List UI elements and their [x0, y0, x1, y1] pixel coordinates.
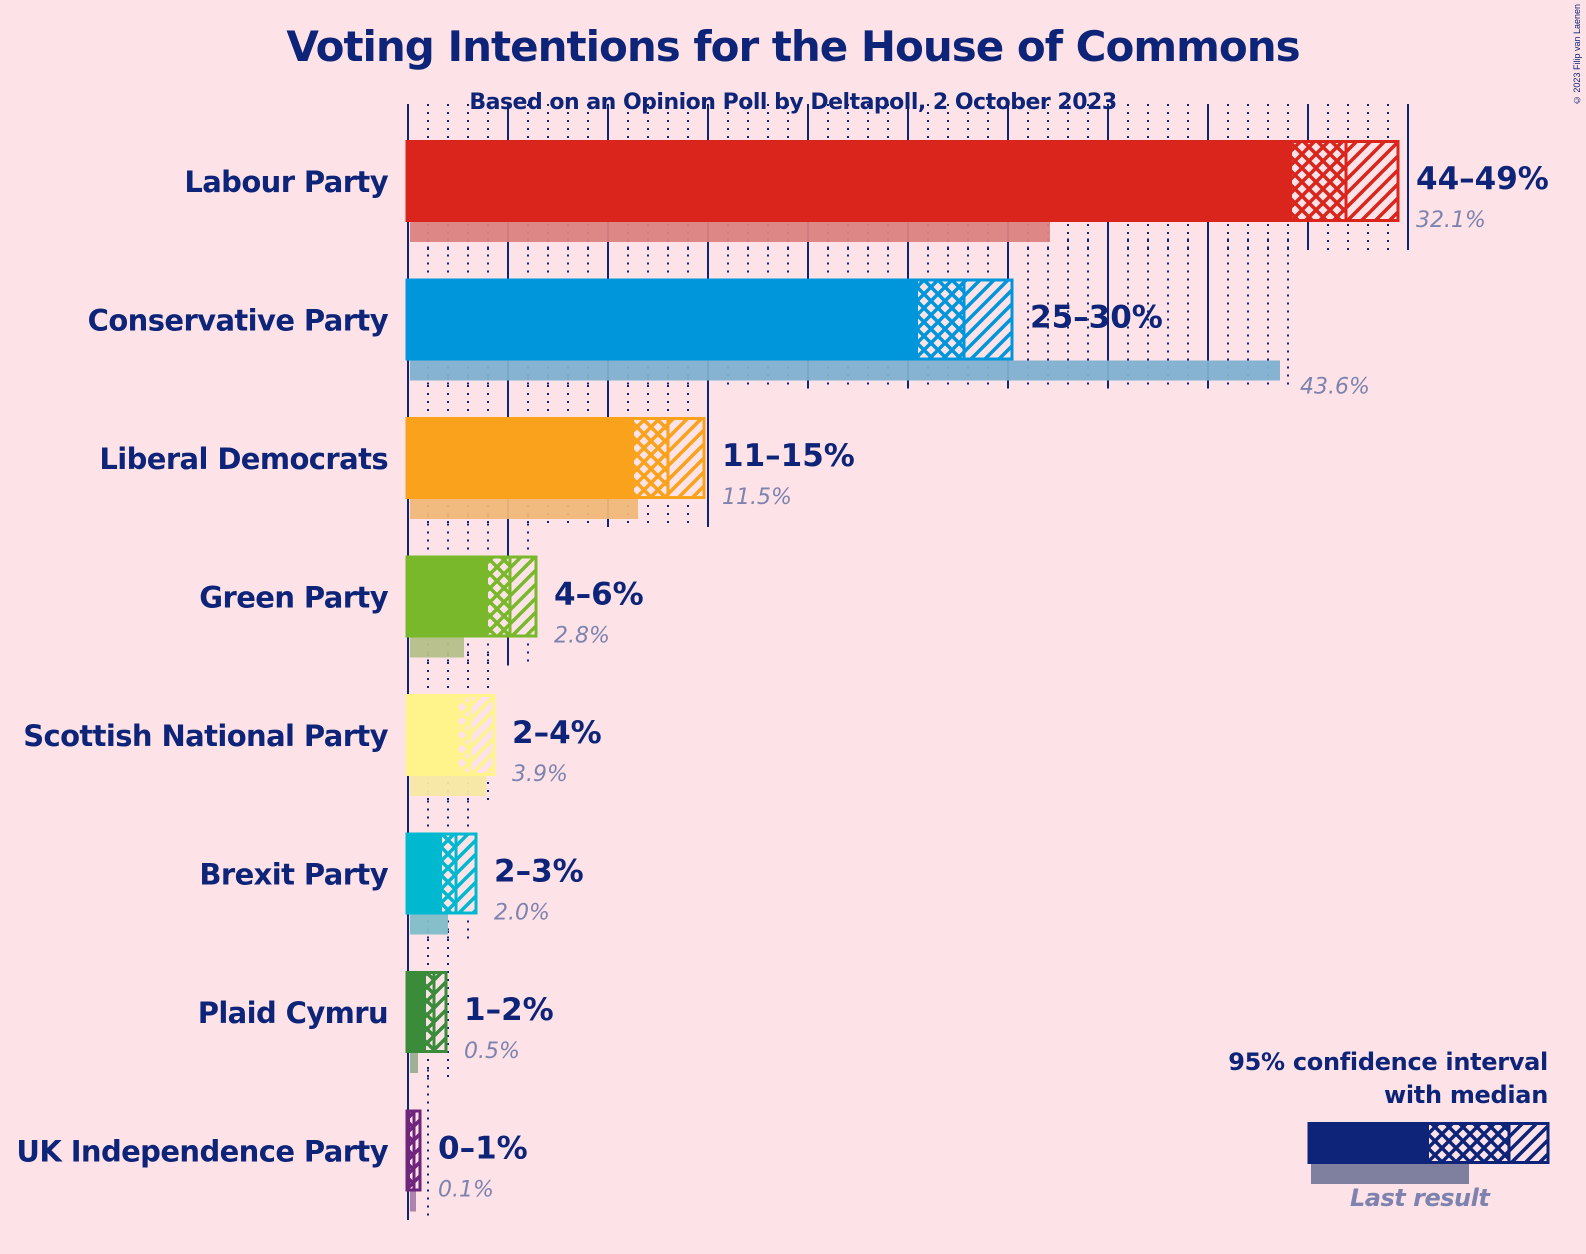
range-label: 1–2%	[464, 992, 554, 1028]
ci-bar-solid	[407, 140, 1292, 222]
ci-bar-solid	[407, 971, 426, 1053]
party-label: Green Party	[199, 581, 388, 615]
party-label: Labour Party	[184, 165, 388, 199]
ci-bar-lower-hatch	[488, 558, 510, 635]
ci-bar-solid	[407, 278, 918, 361]
party-label: Scottish National Party	[23, 719, 388, 753]
party-label: Liberal Democrats	[99, 442, 388, 476]
ci-bar-upper-hatch	[964, 281, 1012, 358]
legend-solid-swatch	[1309, 1122, 1429, 1164]
party-label: Conservative Party	[88, 304, 389, 338]
ci-bar-solid	[407, 417, 634, 499]
last-result-label: 11.5%	[722, 485, 792, 510]
party-row: UK Independence Party 0–1% 0.1%	[16, 1109, 528, 1212]
party-row: Brexit Party 2–3% 2.0%	[199, 832, 584, 935]
range-label: 0–1%	[438, 1131, 528, 1167]
legend-crosshatch-swatch	[1429, 1125, 1509, 1161]
last-result-label: 32.1%	[1416, 208, 1486, 233]
range-label: 4–6%	[554, 577, 644, 613]
ci-bar-upper-hatch	[1346, 143, 1398, 219]
last-result-label: 43.6%	[1300, 375, 1370, 400]
range-label: 25–30%	[1030, 300, 1163, 336]
range-label: 2–3%	[494, 854, 584, 890]
ci-bar-upper-hatch	[456, 835, 476, 912]
party-label: Plaid Cymru	[198, 996, 388, 1030]
last-result-bar	[410, 637, 464, 658]
legend-title: 95% confidence interval with median	[1228, 1046, 1548, 1112]
ci-bar-upper-hatch	[510, 558, 536, 635]
last-result-bar	[410, 914, 448, 935]
last-result-label: 2.0%	[494, 901, 550, 926]
legend-diagonal-swatch	[1509, 1125, 1547, 1161]
party-row: Conservative Party 25–30% 43.6%	[88, 278, 1370, 400]
range-label: 2–4%	[512, 715, 602, 751]
ci-bar-lower-hatch	[634, 420, 668, 496]
last-result-bar	[410, 360, 1280, 381]
legend-title-line2: with median	[1384, 1081, 1548, 1109]
last-result-bar	[410, 1191, 416, 1212]
legend-title-line1: 95% confidence interval	[1228, 1048, 1548, 1076]
party-label: Brexit Party	[199, 858, 388, 892]
party-label: UK Independence Party	[16, 1135, 388, 1169]
range-label: 44–49%	[1416, 161, 1549, 197]
party-row: Green Party 4–6% 2.8%	[199, 555, 644, 658]
legend-last-result-label: Last result	[1350, 1184, 1490, 1212]
ci-bar-solid	[407, 555, 488, 638]
ci-bar-lower-hatch	[442, 835, 456, 912]
ci-bar-lower-hatch	[458, 697, 470, 773]
legend	[1307, 1122, 1550, 1184]
last-result-label: 2.8%	[554, 624, 610, 649]
range-label: 11–15%	[722, 438, 855, 474]
ci-bar-lower-hatch	[1292, 143, 1346, 219]
last-result-label: 0.1%	[438, 1178, 494, 1203]
party-row: Scottish National Party 2–4% 3.9%	[23, 694, 602, 796]
ci-bar-lower-hatch	[918, 281, 964, 358]
last-result-label: 0.5%	[464, 1039, 520, 1064]
last-result-label: 3.9%	[512, 762, 568, 787]
last-result-bar	[410, 776, 486, 796]
party-row: Plaid Cymru 1–2% 0.5%	[198, 971, 554, 1073]
last-result-bar	[410, 499, 638, 519]
ci-bar-solid	[407, 832, 442, 915]
legend-last-result-swatch	[1311, 1164, 1469, 1184]
party-row: Labour Party 44–49% 32.1%	[184, 140, 1549, 242]
ci-bar-upper-hatch	[668, 420, 704, 496]
ci-bar-solid	[407, 694, 458, 776]
ci-bar-upper-hatch	[434, 974, 446, 1050]
ci-bar-upper-hatch	[470, 697, 494, 773]
last-result-bar	[410, 222, 1050, 242]
party-row: Liberal Democrats 11–15% 11.5%	[99, 417, 855, 519]
last-result-bar	[410, 1053, 418, 1073]
